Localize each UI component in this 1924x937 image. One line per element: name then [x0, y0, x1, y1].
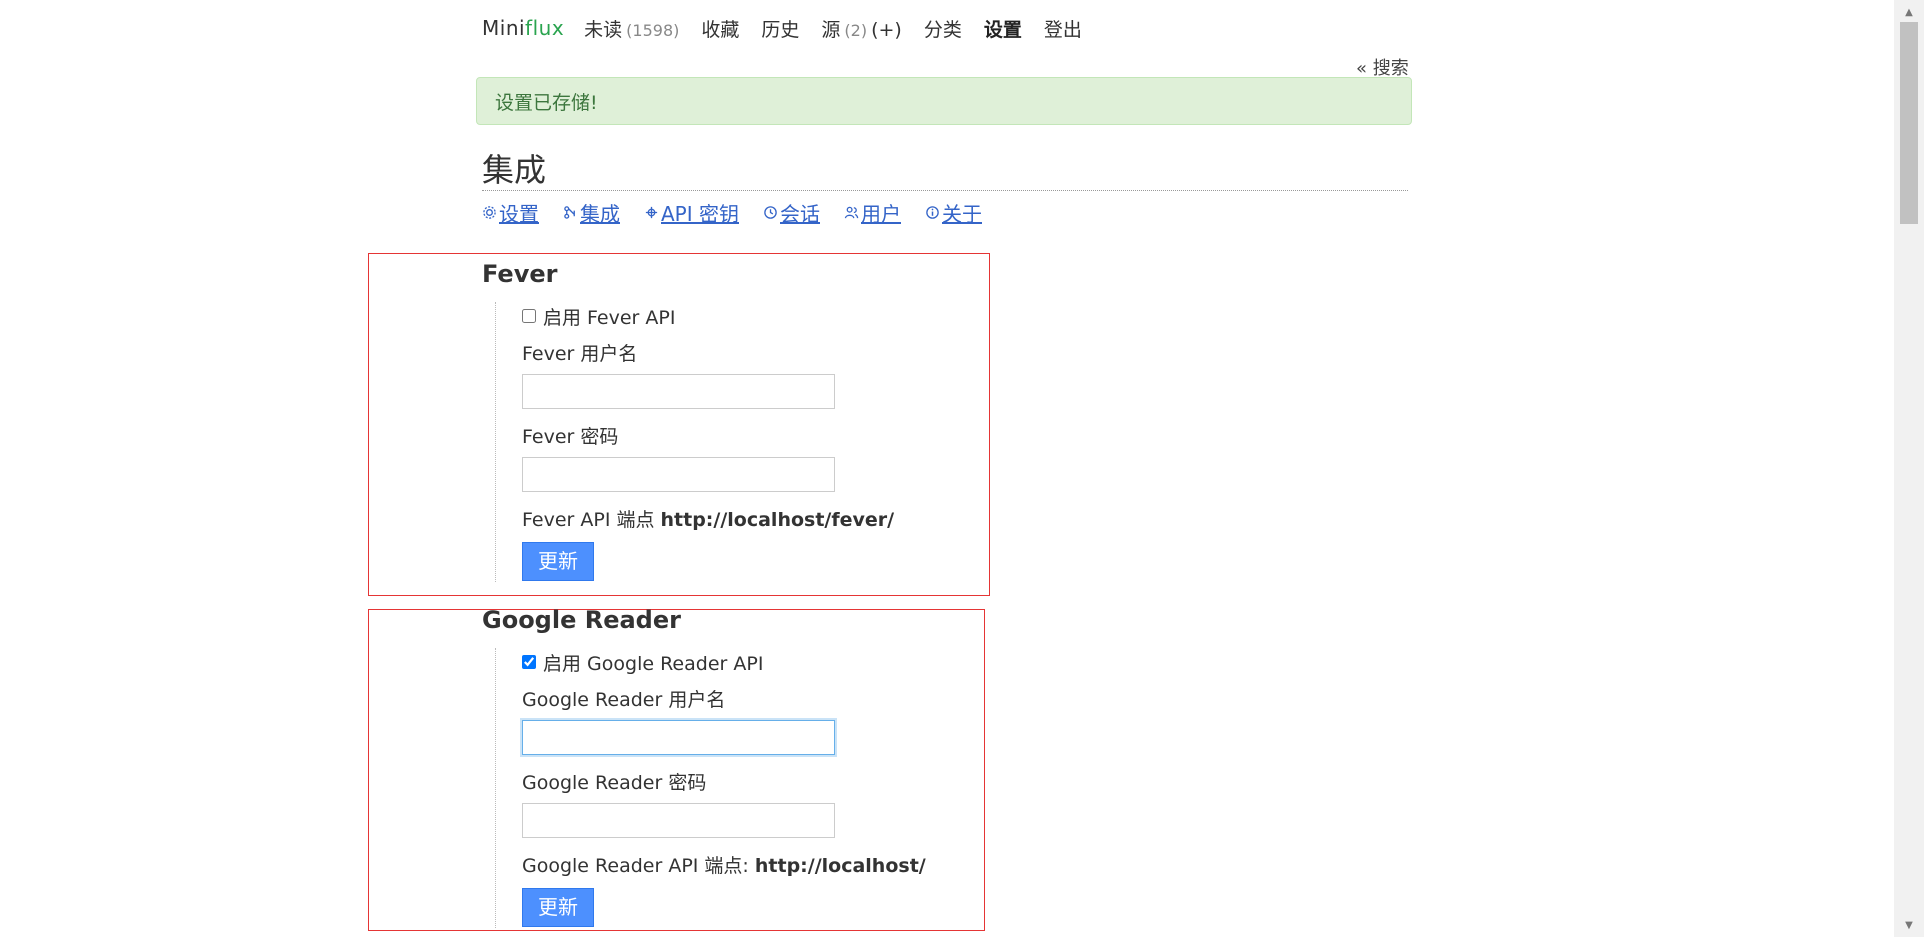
page: Miniflux 未读 (1598) 收藏 历史 源 (2) (+) 分类 设置… — [0, 0, 1924, 937]
nav-logout[interactable]: 登出 — [1044, 15, 1082, 42]
nav-starred[interactable]: 收藏 — [701, 15, 739, 42]
flash-success-message: 设置已存储! — [476, 77, 1412, 125]
submenu-label-settings: 设置 — [499, 202, 539, 226]
history-icon — [763, 201, 778, 225]
nav-feeds-add[interactable]: (+) — [871, 19, 902, 41]
settings-submenu: 设置 集成 API 密钥 会话 用户 关于 — [482, 198, 982, 227]
fever-endpoint: Fever API 端点 http://localhost/fever/ — [522, 506, 915, 534]
google-reader-fieldset: 启用 Google Reader API Google Reader 用户名 G… — [495, 648, 935, 928]
google-reader-update-button[interactable]: 更新 — [522, 888, 594, 927]
fever-username-label: Fever 用户名 — [522, 343, 638, 365]
users-icon — [844, 201, 859, 225]
nav-unread-count: (1598) — [626, 20, 680, 40]
integration-icon — [563, 201, 578, 225]
scroll-up-arrow-icon[interactable]: ▲ — [1894, 2, 1924, 22]
fever-endpoint-url: http://localhost/fever/ — [660, 509, 895, 531]
nav-feeds-label: 源 — [821, 18, 841, 41]
nav-unread[interactable]: 未读 (1598) — [584, 15, 679, 42]
submenu-item-users[interactable]: 用户 — [844, 198, 901, 227]
fever-enable-label[interactable]: 启用 Fever API — [543, 303, 675, 330]
nav-starred-label: 收藏 — [701, 18, 740, 41]
info-icon — [925, 201, 940, 225]
fever-enable-checkbox[interactable] — [522, 309, 536, 323]
google-reader-endpoint-url: http://localhost/ — [754, 855, 926, 877]
fever-endpoint-label: Fever API 端点 — [522, 509, 655, 531]
google-reader-enable-checkbox[interactable] — [522, 655, 536, 669]
google-reader-username-label: Google Reader 用户名 — [522, 689, 726, 711]
fever-update-button[interactable]: 更新 — [522, 542, 594, 581]
submenu-label-sessions: 会话 — [780, 202, 820, 226]
submenu-label-api-keys: API 密钥 — [661, 202, 739, 226]
submenu-item-settings[interactable]: 设置 — [482, 198, 539, 227]
google-reader-password-label: Google Reader 密码 — [522, 772, 707, 794]
nav-logout-label: 登出 — [1043, 18, 1082, 41]
google-reader-section-title: Google Reader — [482, 606, 681, 634]
fever-username-input[interactable] — [522, 374, 835, 409]
submenu-item-about[interactable]: 关于 — [925, 198, 982, 227]
scroll-down-arrow-icon[interactable]: ▼ — [1894, 915, 1924, 935]
logo-link[interactable]: Miniflux — [482, 16, 564, 40]
nav-feeds[interactable]: 源 (2) (+) — [821, 15, 901, 42]
logo-mini: Mini — [482, 16, 526, 40]
google-reader-endpoint: Google Reader API 端点: http://localhost/ — [522, 852, 935, 880]
submenu-label-about: 关于 — [942, 202, 982, 226]
submenu-item-integrations[interactable]: 集成 — [563, 198, 620, 227]
nav-feeds-count: (2) — [844, 20, 868, 40]
main-nav: Miniflux 未读 (1598) 收藏 历史 源 (2) (+) 分类 设置… — [482, 14, 1104, 42]
vertical-scrollbar[interactable]: ▲ ▼ — [1894, 0, 1924, 937]
page-title: 集成 — [482, 150, 1408, 191]
fever-enable-row: 启用 Fever API — [522, 302, 915, 330]
google-reader-endpoint-label: Google Reader API 端点: — [522, 855, 749, 877]
fever-section-title: Fever — [482, 260, 558, 288]
submenu-label-users: 用户 — [861, 202, 901, 226]
submenu-item-api-keys[interactable]: API 密钥 — [644, 198, 739, 227]
google-reader-username-input[interactable] — [522, 720, 835, 755]
nav-unread-label: 未读 — [584, 18, 623, 41]
scrollbar-thumb[interactable] — [1900, 22, 1918, 224]
submenu-item-sessions[interactable]: 会话 — [763, 198, 820, 227]
logo-flux: flux — [525, 16, 565, 40]
nav-settings-label: 设置 — [983, 18, 1022, 41]
nav-categories-label: 分类 — [923, 18, 962, 41]
google-reader-password-input[interactable] — [522, 803, 835, 838]
gear-icon — [482, 201, 497, 225]
nav-settings[interactable]: 设置 — [984, 15, 1022, 42]
nav-history-label: 历史 — [761, 18, 800, 41]
google-reader-enable-label[interactable]: 启用 Google Reader API — [543, 649, 763, 676]
api-key-icon — [644, 201, 659, 225]
fever-password-input[interactable] — [522, 457, 835, 492]
nav-categories[interactable]: 分类 — [924, 15, 962, 42]
flash-text: 设置已存储! — [495, 91, 598, 114]
fever-password-label: Fever 密码 — [522, 426, 619, 448]
google-reader-enable-row: 启用 Google Reader API — [522, 648, 935, 676]
submenu-label-integrations: 集成 — [580, 202, 620, 226]
nav-history[interactable]: 历史 — [761, 15, 799, 42]
fever-fieldset: 启用 Fever API Fever 用户名 Fever 密码 Fever AP… — [495, 302, 915, 582]
